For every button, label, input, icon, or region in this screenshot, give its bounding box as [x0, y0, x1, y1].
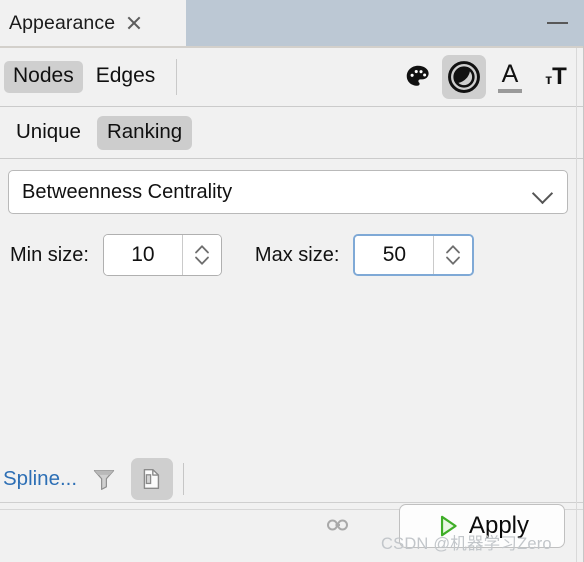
node-size-icon-button[interactable] — [442, 55, 486, 99]
label-color-glyph: A — [501, 59, 519, 88]
max-size-stepper[interactable] — [353, 234, 475, 276]
max-size-input[interactable] — [355, 236, 434, 274]
min-size-stepper-buttons[interactable] — [181, 235, 221, 275]
min-size-input[interactable] — [103, 235, 182, 275]
toolbar-segment-edges[interactable]: Edges — [87, 61, 165, 93]
label-size-icon: тT — [545, 63, 567, 90]
size-range-row: Min size: Max size: — [0, 231, 584, 279]
appearance-mode-row: Unique Ranking — [0, 106, 584, 159]
close-icon[interactable] — [124, 13, 144, 33]
node-size-icon — [448, 61, 480, 93]
title-bar: Appearance — [0, 0, 584, 46]
mode-item-ranking-label: Ranking — [106, 119, 183, 143]
copy-document-icon — [143, 468, 160, 489]
minimize-icon[interactable] — [530, 0, 584, 46]
stepper-down-icon[interactable] — [192, 255, 212, 267]
label-color-icon-button[interactable]: A — [488, 55, 532, 99]
ranking-actions-row: Spline... — [0, 455, 584, 502]
max-size-stepper-buttons[interactable] — [433, 236, 473, 274]
label-color-underline — [498, 88, 522, 93]
spline-link[interactable]: Spline... — [3, 467, 77, 491]
stepper-up-icon[interactable] — [443, 243, 463, 255]
toolbar-segment-nodes-label: Nodes — [13, 64, 74, 87]
apply-button-label: Apply — [468, 512, 530, 539]
ranking-settings-body: Betweenness Centrality Min size: Max siz… — [0, 159, 584, 500]
stepper-up-icon[interactable] — [192, 243, 212, 255]
apply-button[interactable]: Apply — [399, 504, 565, 548]
appearance-panel-window: Appearance Nodes Edges A тT Unique Ranki… — [0, 0, 584, 562]
toolbar-divider — [176, 59, 178, 95]
title-bar-spacer — [186, 0, 530, 46]
max-size-label: Max size: — [254, 243, 340, 266]
chain-link-glyph — [327, 519, 348, 531]
funnel-icon-button[interactable] — [83, 458, 125, 500]
label-size-icon-button[interactable]: тT — [534, 55, 578, 99]
tab-title: Appearance — [9, 11, 116, 34]
label-color-icon: A — [498, 59, 522, 93]
mode-item-unique-label: Unique — [16, 119, 81, 143]
panel-right-inner-border — [576, 48, 577, 562]
toolbar-segment-edges-label: Edges — [95, 64, 156, 87]
chain-link-icon[interactable] — [325, 515, 351, 535]
palette-icon-button[interactable] — [396, 55, 440, 99]
toolbar-segment-nodes[interactable]: Nodes — [4, 61, 83, 93]
min-size-stepper[interactable] — [102, 234, 222, 276]
ranking-attribute-select[interactable]: Betweenness Centrality — [8, 170, 568, 214]
mode-item-unique[interactable]: Unique — [6, 116, 91, 150]
tab-appearance[interactable]: Appearance — [0, 0, 186, 46]
minimize-glyph — [546, 21, 568, 25]
stepper-down-icon[interactable] — [443, 255, 463, 267]
element-toolbar: Nodes Edges A тT — [0, 48, 584, 106]
palette-icon — [406, 65, 429, 86]
ranking-attribute-value: Betweenness Centrality — [22, 180, 233, 203]
actions-divider — [183, 462, 185, 495]
min-size-label: Min size: — [10, 243, 89, 266]
copy-document-icon-button[interactable] — [131, 457, 174, 500]
chevron-down-icon[interactable] — [529, 178, 557, 206]
mode-item-ranking[interactable]: Ranking — [96, 115, 193, 150]
play-triangle-icon — [440, 515, 457, 537]
funnel-icon — [93, 469, 115, 490]
